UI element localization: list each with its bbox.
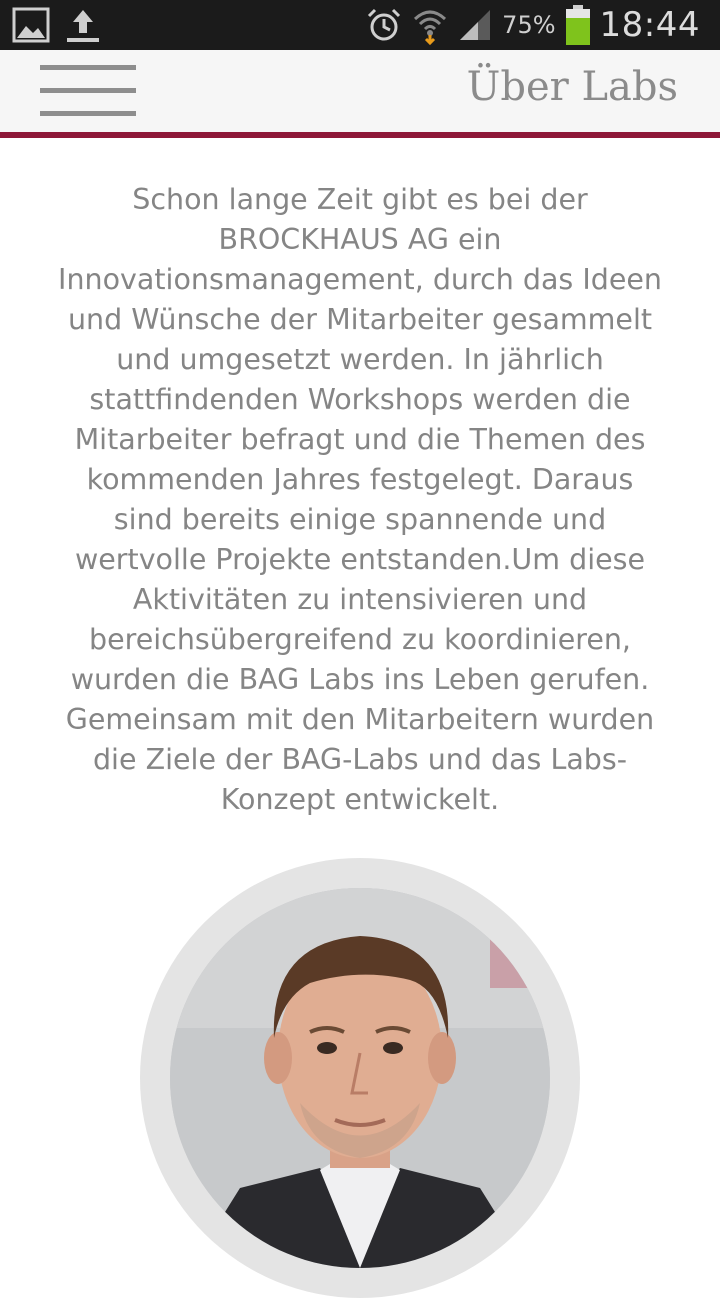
wifi-icon <box>414 10 447 45</box>
app-bar: Über Labs <box>0 50 720 138</box>
upload-icon <box>67 10 99 42</box>
intro-paragraph: Schon lange Zeit gibt es bei der BROCKHA… <box>58 183 662 816</box>
person-illustration <box>170 888 550 1268</box>
alarm-icon <box>368 8 401 41</box>
portrait-frame <box>140 858 580 1298</box>
notification-icons <box>12 7 102 43</box>
hamburger-menu-icon[interactable] <box>40 65 136 117</box>
main-content: Schon lange Zeit gibt es bei der BROCKHA… <box>30 180 690 820</box>
profile-photo <box>170 888 550 1268</box>
system-icons: 75% 18:44 <box>366 0 700 50</box>
page-title: Über Labs <box>466 64 678 110</box>
status-bar: 75% 18:44 <box>0 0 720 50</box>
clock: 18:44 <box>599 5 700 45</box>
battery-percent: 75% <box>502 11 556 39</box>
battery-icon <box>565 5 590 45</box>
signal-icon <box>460 10 491 40</box>
image-icon <box>12 7 50 43</box>
